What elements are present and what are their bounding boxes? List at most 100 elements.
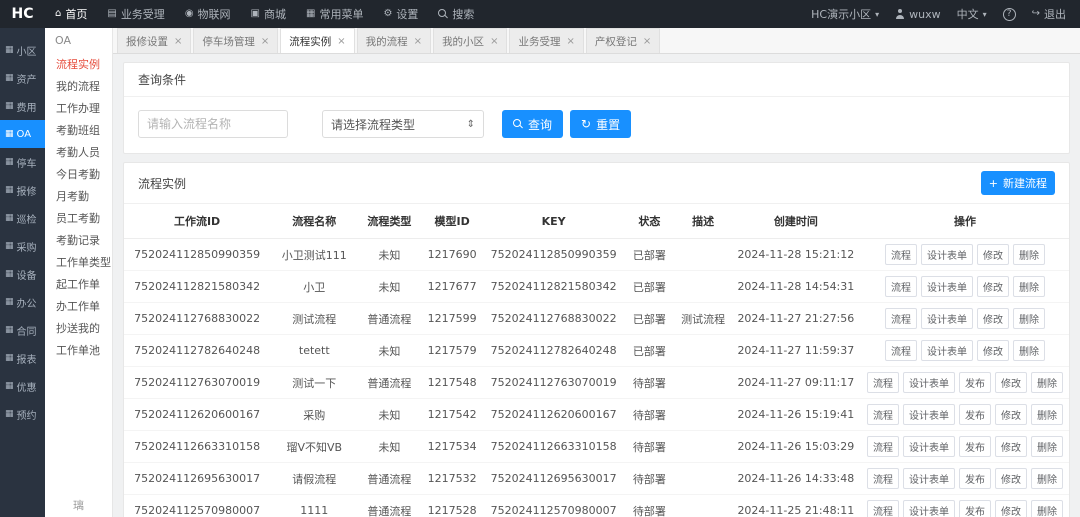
new-process-button[interactable]: + 新建流程 — [981, 171, 1055, 195]
submenu-item[interactable]: 工作办理 — [45, 98, 112, 120]
action-button[interactable]: 流程 — [885, 340, 917, 361]
submenu-item[interactable]: 办工作单 — [45, 296, 112, 318]
process-name-input[interactable] — [138, 110, 288, 138]
submenu-item[interactable]: 员工考勤 — [45, 208, 112, 230]
close-icon[interactable]: × — [490, 36, 498, 47]
community-selector[interactable]: HC演示小区 ▾ — [811, 6, 879, 22]
action-button[interactable]: 删除 — [1031, 372, 1063, 393]
reset-button[interactable]: ↻ 重置 — [570, 110, 631, 138]
action-button[interactable]: 修改 — [977, 340, 1009, 361]
close-icon[interactable]: × — [566, 36, 574, 47]
submenu-item[interactable]: 我的流程 — [45, 76, 112, 98]
submenu-item[interactable]: 考勤班组 — [45, 120, 112, 142]
tab[interactable]: 业务受理× — [509, 28, 583, 53]
submenu-item[interactable]: 起工作单 — [45, 274, 112, 296]
action-button[interactable]: 修改 — [977, 244, 1009, 265]
submenu-item[interactable]: 抄送我的 — [45, 318, 112, 340]
action-button[interactable]: 流程 — [867, 436, 899, 457]
topmenu-item[interactable]: ⌂首页 — [45, 0, 97, 28]
action-button[interactable]: 修改 — [995, 468, 1027, 489]
action-button[interactable]: 修改 — [995, 404, 1027, 425]
submenu-item[interactable]: 工作单池 — [45, 340, 112, 362]
submenu-item[interactable]: 月考勤 — [45, 186, 112, 208]
action-button[interactable]: 修改 — [995, 436, 1027, 457]
action-button[interactable]: 流程 — [885, 276, 917, 297]
tab[interactable]: 流程实例× — [280, 28, 354, 53]
tab[interactable]: 停车场管理× — [193, 28, 278, 53]
sidebar-item[interactable]: ▦办公 — [0, 288, 45, 316]
topmenu-item[interactable]: ▣商城 — [241, 0, 296, 28]
action-button[interactable]: 修改 — [977, 276, 1009, 297]
sidebar-item[interactable]: ▦合同 — [0, 316, 45, 344]
action-button[interactable]: 设计表单 — [903, 372, 955, 393]
topmenu-item[interactable]: ◉物联网 — [175, 0, 241, 28]
close-icon[interactable]: × — [261, 36, 269, 47]
action-button[interactable]: 删除 — [1013, 340, 1045, 361]
action-button[interactable]: 发布 — [959, 436, 991, 457]
topmenu-item[interactable]: ▦常用菜单 — [296, 0, 373, 28]
action-button[interactable]: 发布 — [959, 404, 991, 425]
action-button[interactable]: 修改 — [995, 500, 1027, 517]
process-type-select[interactable]: 请选择流程类型 ⇕ — [322, 110, 484, 138]
topmenu-item[interactable]: ⚙设置 — [373, 0, 428, 28]
action-button[interactable]: 删除 — [1031, 436, 1063, 457]
action-button[interactable]: 流程 — [867, 500, 899, 517]
submenu-item[interactable]: 今日考勤 — [45, 164, 112, 186]
close-icon[interactable]: × — [174, 36, 182, 47]
action-button[interactable]: 流程 — [867, 372, 899, 393]
sidebar-item[interactable]: ▦设备 — [0, 260, 45, 288]
tab[interactable]: 我的流程× — [357, 28, 431, 53]
topmenu-item[interactable]: ▤业务受理 — [97, 0, 174, 28]
close-icon[interactable]: × — [414, 36, 422, 47]
action-button[interactable]: 删除 — [1031, 500, 1063, 517]
sidebar-item[interactable]: ▦报修 — [0, 176, 45, 204]
topmenu-item[interactable]: 搜索 — [428, 0, 484, 28]
action-button[interactable]: 发布 — [959, 468, 991, 489]
sidebar-item[interactable]: ▦优惠 — [0, 372, 45, 400]
sidebar-item[interactable]: ▦巡检 — [0, 204, 45, 232]
search-button[interactable]: 查询 — [502, 110, 563, 138]
sidebar-item[interactable]: ▦采购 — [0, 232, 45, 260]
close-icon[interactable]: × — [337, 36, 345, 47]
submenu-item[interactable]: 流程实例 — [45, 54, 112, 76]
close-icon[interactable]: × — [643, 36, 651, 47]
action-button[interactable]: 删除 — [1013, 244, 1045, 265]
action-button[interactable]: 设计表单 — [903, 500, 955, 517]
submenu-item[interactable]: 考勤记录 — [45, 230, 112, 252]
action-button[interactable]: 删除 — [1013, 308, 1045, 329]
action-button[interactable]: 设计表单 — [903, 404, 955, 425]
help-button[interactable]: ? — [1003, 8, 1016, 21]
app-logo[interactable]: HC — [0, 6, 45, 22]
tab[interactable]: 报修设置× — [117, 28, 191, 53]
language-selector[interactable]: 中文 ▾ — [957, 6, 987, 22]
action-button[interactable]: 流程 — [885, 308, 917, 329]
tab[interactable]: 我的小区× — [433, 28, 507, 53]
action-button[interactable]: 设计表单 — [903, 468, 955, 489]
action-button[interactable]: 设计表单 — [921, 340, 973, 361]
user-menu[interactable]: wuxw — [895, 8, 940, 21]
action-button[interactable]: 删除 — [1031, 468, 1063, 489]
sidebar-item[interactable]: ▦OA — [0, 120, 45, 148]
sidebar-item[interactable]: ▦资产 — [0, 64, 45, 92]
action-button[interactable]: 设计表单 — [921, 244, 973, 265]
submenu-item[interactable]: 考勤人员 — [45, 142, 112, 164]
action-button[interactable]: 修改 — [995, 372, 1027, 393]
tab[interactable]: 产权登记× — [586, 28, 660, 53]
submenu-item[interactable]: 工作单类型 — [45, 252, 112, 274]
action-button[interactable]: 流程 — [867, 468, 899, 489]
sidebar-item[interactable]: ▦预约 — [0, 400, 45, 428]
sidebar-item[interactable]: ▦停车 — [0, 148, 45, 176]
sidebar-item[interactable]: ▦小区 — [0, 36, 45, 64]
action-button[interactable]: 设计表单 — [903, 436, 955, 457]
action-button[interactable]: 设计表单 — [921, 276, 973, 297]
logout-button[interactable]: ↪ 退出 — [1032, 6, 1066, 22]
action-button[interactable]: 发布 — [959, 372, 991, 393]
sidebar-item[interactable]: ▦费用 — [0, 92, 45, 120]
action-button[interactable]: 发布 — [959, 500, 991, 517]
action-button[interactable]: 流程 — [867, 404, 899, 425]
action-button[interactable]: 删除 — [1031, 404, 1063, 425]
sidebar-item[interactable]: ▦报表 — [0, 344, 45, 372]
action-button[interactable]: 流程 — [885, 244, 917, 265]
action-button[interactable]: 修改 — [977, 308, 1009, 329]
action-button[interactable]: 设计表单 — [921, 308, 973, 329]
